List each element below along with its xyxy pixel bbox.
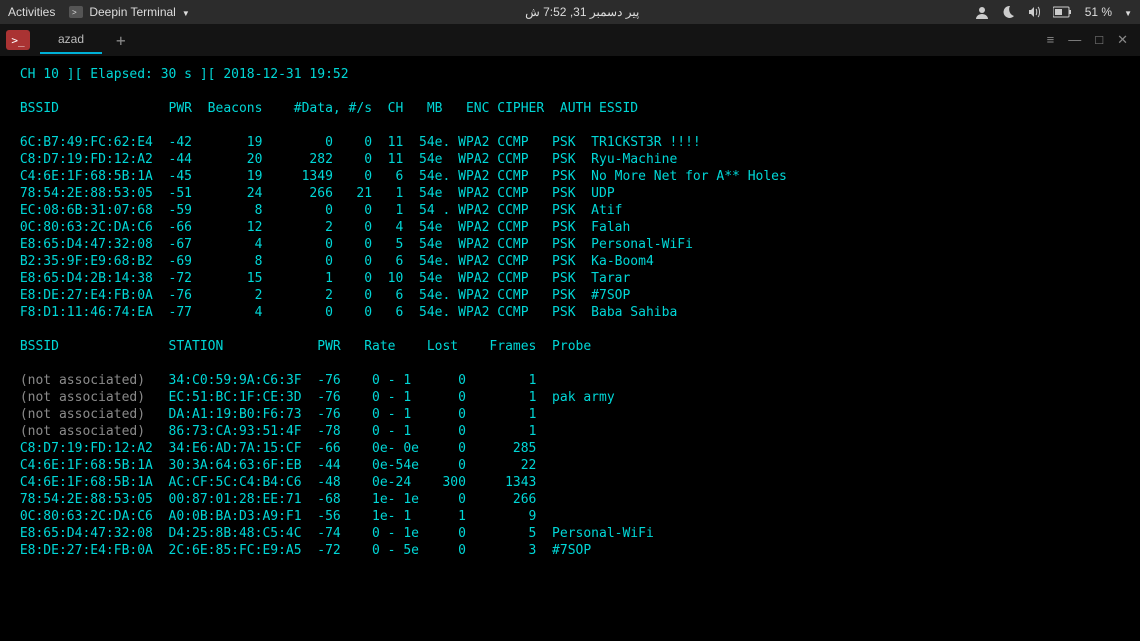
activities-button[interactable]: Activities — [8, 5, 55, 19]
sta-table-header: BSSID STATION PWR Rate Lost Frames Probe — [12, 339, 591, 354]
terminal-titlebar: >_ azad + ≡ — □ ✕ — [0, 24, 1140, 56]
svg-text:>: > — [72, 8, 77, 17]
menu-icon[interactable]: ≡ — [1047, 32, 1055, 48]
user-icon[interactable] — [975, 5, 989, 19]
battery-icon[interactable] — [1053, 6, 1073, 18]
minimize-button[interactable]: — — [1068, 32, 1081, 48]
station-row-na: (not associated) — [12, 390, 145, 405]
station-row-na: (not associated) — [12, 407, 145, 422]
volume-icon[interactable] — [1027, 5, 1041, 19]
station-row: 78:54:2E:88:53:05 00:87:01:28:EE:71 -68 … — [12, 492, 536, 507]
ap-rows: 6C:B7:49:FC:62:E4 -42 19 0 0 11 54e. WPA… — [12, 135, 787, 320]
new-tab-button[interactable]: + — [102, 31, 140, 50]
terminal-small-icon: > — [69, 6, 83, 18]
status-line: CH 10 ][ Elapsed: 30 s ][ 2018-12-31 19:… — [12, 67, 349, 82]
station-row: C4:6E:1F:68:5B:1A AC:CF:5C:C4:B4:C6 -48 … — [12, 475, 536, 490]
gnome-top-panel: Activities > Deepin Terminal ▼ پیر دسمبر… — [0, 0, 1140, 24]
moon-icon[interactable] — [1001, 5, 1015, 19]
station-row: E8:65:D4:47:32:08 D4:25:8B:48:C5:4C -74 … — [12, 526, 654, 541]
station-row-na: (not associated) — [12, 373, 145, 388]
clock-label[interactable]: پیر دسمبر 31, 7:52 ش — [525, 5, 639, 19]
maximize-button[interactable]: □ — [1095, 32, 1103, 48]
station-row: C4:6E:1F:68:5B:1A 30:3A:64:63:6F:EB -44 … — [12, 458, 536, 473]
battery-percent-label: 51 % — [1085, 5, 1112, 19]
station-row: 0C:80:63:2C:DA:C6 A0:0B:BA:D3:A9:F1 -56 … — [12, 509, 536, 524]
close-button[interactable]: ✕ — [1117, 32, 1128, 48]
ap-table-header: BSSID PWR Beacons #Data, #/s CH MB ENC C… — [12, 101, 638, 116]
chevron-down-icon[interactable]: ▼ — [1124, 9, 1132, 18]
tab-azad[interactable]: azad — [40, 26, 102, 54]
terminal-app-icon: >_ — [6, 30, 30, 50]
app-menu[interactable]: > Deepin Terminal ▼ — [69, 5, 189, 19]
station-row-na: (not associated) — [12, 424, 145, 439]
station-row: C8:D7:19:FD:12:A2 34:E6:AD:7A:15:CF -66 … — [12, 441, 536, 456]
app-name-label: Deepin Terminal — [89, 5, 176, 19]
terminal-output[interactable]: CH 10 ][ Elapsed: 30 s ][ 2018-12-31 19:… — [0, 56, 1140, 569]
chevron-down-icon: ▼ — [182, 9, 190, 18]
station-row: E8:DE:27:E4:FB:0A 2C:6E:85:FC:E9:A5 -72 … — [12, 543, 591, 558]
